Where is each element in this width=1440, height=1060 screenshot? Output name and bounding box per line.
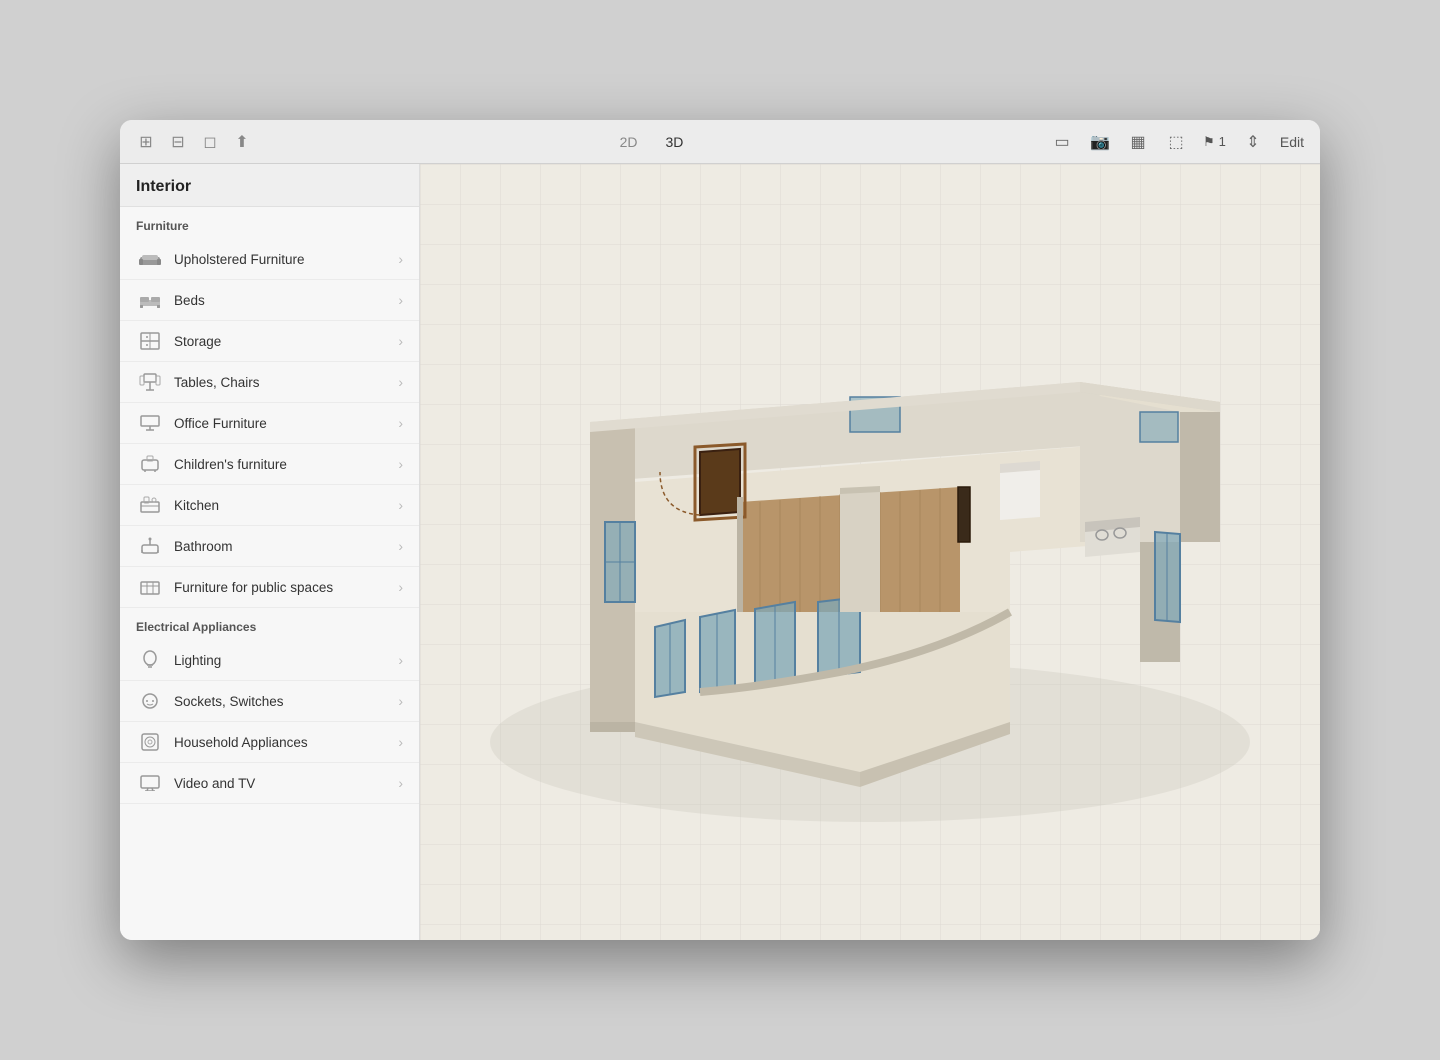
sidebar-item-label: Video and TV xyxy=(174,776,398,791)
sidebar-item-label: Tables, Chairs xyxy=(174,375,398,390)
office-furniture-icon xyxy=(136,412,164,434)
section-title-electrical: Electrical Appliances xyxy=(120,608,419,640)
tables-chairs-icon xyxy=(136,371,164,393)
kitchen-icon xyxy=(136,494,164,516)
sidebar-item-bathroom[interactable]: Bathroom › xyxy=(120,526,419,567)
grid-view-icon[interactable]: ▦ xyxy=(1127,131,1149,153)
sidebar-item-label: Kitchen xyxy=(174,498,398,513)
sidebar-item-label: Storage xyxy=(174,334,398,349)
sidebar-item-tables-chairs[interactable]: Tables, Chairs › xyxy=(120,362,419,403)
sidebar-item-label: Sockets, Switches xyxy=(174,694,398,709)
chevron-icon: › xyxy=(398,579,403,595)
grid-icon[interactable]: ⊞ xyxy=(136,132,156,152)
chevron-icon: › xyxy=(398,538,403,554)
chevron-icon: › xyxy=(398,775,403,791)
upholstered-furniture-icon xyxy=(136,248,164,270)
view-toggle: 2D 3D xyxy=(614,132,690,152)
chevron-icon: › xyxy=(398,734,403,750)
floor-icon: ⚑ xyxy=(1203,134,1215,150)
3d-viewport[interactable] xyxy=(420,164,1320,940)
sidebar-item-storage[interactable]: Storage › xyxy=(120,321,419,362)
video-tv-icon xyxy=(136,772,164,794)
layers-icon[interactable]: ⬚ xyxy=(1165,131,1187,153)
lighting-icon xyxy=(136,649,164,671)
section-title-furniture: Furniture xyxy=(120,207,419,239)
camera-icon[interactable]: 📷 xyxy=(1089,131,1111,153)
chevron-icon: › xyxy=(398,456,403,472)
sidebar-item-label: Bathroom xyxy=(174,539,398,554)
sidebar-item-beds[interactable]: Beds › xyxy=(120,280,419,321)
floor-plan xyxy=(420,164,1320,940)
sidebar-item-label: Lighting xyxy=(174,653,398,668)
sidebar-item-label: Beds xyxy=(174,293,398,308)
chevron-icon: › xyxy=(398,693,403,709)
sidebar-item-public-spaces[interactable]: Furniture for public spaces › xyxy=(120,567,419,608)
sidebar-item-upholstered-furniture[interactable]: Upholstered Furniture › xyxy=(120,239,419,280)
chevron-icon: › xyxy=(398,292,403,308)
sidebar-item-office-furniture[interactable]: Office Furniture › xyxy=(120,403,419,444)
public-spaces-icon xyxy=(136,576,164,598)
sidebar-item-household-appliances[interactable]: Household Appliances › xyxy=(120,722,419,763)
titlebar-tool-icons: ⊞ ⊟ ◻ ⬆ xyxy=(136,132,252,152)
titlebar-right-controls: ▭ 📷 ▦ ⬚ ⚑ 1 ⇕ Edit xyxy=(1051,131,1304,153)
sidebar-item-label: Children's furniture xyxy=(174,457,398,472)
panels-icon[interactable]: ⊟ xyxy=(168,132,188,152)
sidebar: Interior Furniture Upholstered Furniture… xyxy=(120,164,420,940)
bathroom-icon xyxy=(136,535,164,557)
titlebar: ⊞ ⊟ ◻ ⬆ 2D 3D ▭ 📷 ▦ ⬚ ⚑ 1 ⇕ Edit xyxy=(120,120,1320,164)
floor-badge[interactable]: ⚑ 1 xyxy=(1203,134,1226,150)
sidebar-item-label: Upholstered Furniture xyxy=(174,252,398,267)
2d-button[interactable]: 2D xyxy=(614,132,644,152)
sidebar-item-label: Office Furniture xyxy=(174,416,398,431)
chevron-icon: › xyxy=(398,374,403,390)
edit-button[interactable]: Edit xyxy=(1280,134,1304,150)
stepper-icon[interactable]: ⇕ xyxy=(1242,131,1264,153)
3d-button[interactable]: 3D xyxy=(660,132,690,152)
sidebar-item-lighting[interactable]: Lighting › xyxy=(120,640,419,681)
chevron-icon: › xyxy=(398,652,403,668)
chevron-icon: › xyxy=(398,415,403,431)
chevron-icon: › xyxy=(398,333,403,349)
sidebar-item-video-tv[interactable]: Video and TV › xyxy=(120,763,419,804)
beds-icon xyxy=(136,289,164,311)
storage-icon xyxy=(136,330,164,352)
chevron-icon: › xyxy=(398,251,403,267)
sidebar-item-label: Household Appliances xyxy=(174,735,398,750)
upload-icon[interactable]: ⬆ xyxy=(232,132,252,152)
sidebar-item-childrens-furniture[interactable]: Children's furniture › xyxy=(120,444,419,485)
app-window: ⊞ ⊟ ◻ ⬆ 2D 3D ▭ 📷 ▦ ⬚ ⚑ 1 ⇕ Edit Interio… xyxy=(120,120,1320,940)
layout-icon[interactable]: ◻ xyxy=(200,132,220,152)
sidebar-header: Interior xyxy=(120,164,419,207)
chevron-icon: › xyxy=(398,497,403,513)
childrens-furniture-icon xyxy=(136,453,164,475)
main-content: Interior Furniture Upholstered Furniture… xyxy=(120,164,1320,940)
sockets-icon xyxy=(136,690,164,712)
floor-number: 1 xyxy=(1219,134,1226,149)
sidebar-item-sockets-switches[interactable]: Sockets, Switches › xyxy=(120,681,419,722)
household-appliances-icon xyxy=(136,731,164,753)
sidebar-item-label: Furniture for public spaces xyxy=(174,580,398,595)
screen-icon[interactable]: ▭ xyxy=(1051,131,1073,153)
sidebar-item-kitchen[interactable]: Kitchen › xyxy=(120,485,419,526)
